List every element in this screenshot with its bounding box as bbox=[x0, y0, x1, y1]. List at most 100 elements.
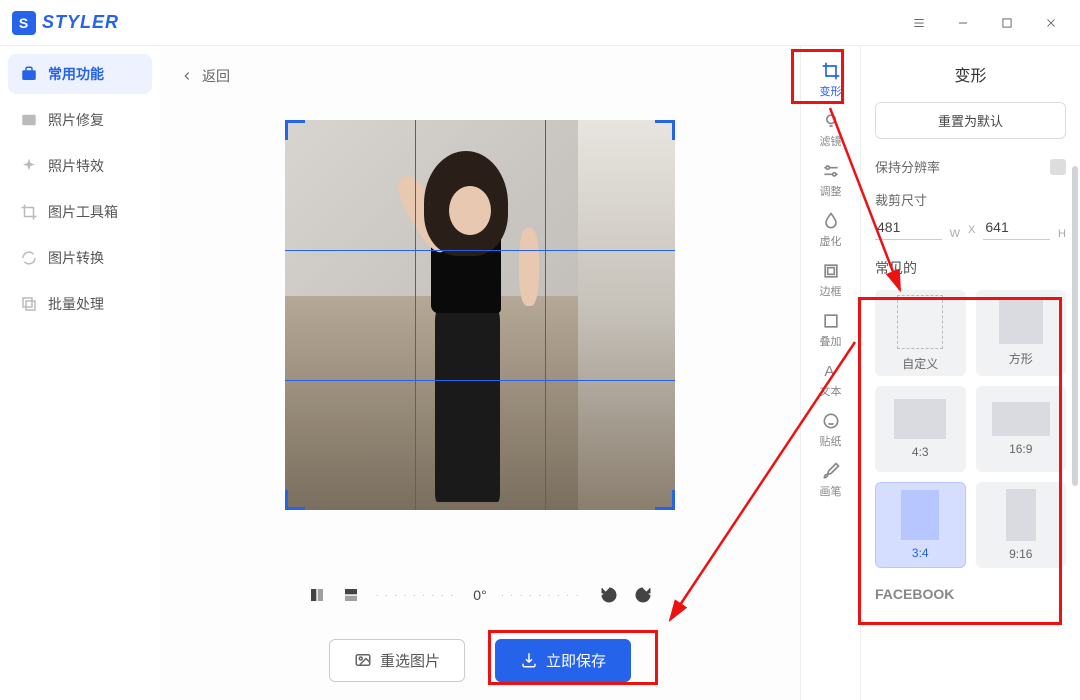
ratio-label: 16:9 bbox=[1009, 442, 1032, 456]
sidebar-item-label: 图片转换 bbox=[48, 248, 104, 268]
reset-button[interactable]: 重置为默认 bbox=[875, 102, 1066, 139]
panel-title: 变形 bbox=[861, 46, 1080, 102]
crop-grid-line bbox=[415, 120, 416, 510]
tool-label: 文本 bbox=[820, 383, 842, 399]
image-icon bbox=[354, 651, 372, 669]
sidebar-item-label: 常用功能 bbox=[48, 64, 104, 84]
width-unit: W bbox=[950, 228, 960, 240]
rotate-ccw-icon[interactable] bbox=[599, 585, 619, 605]
text-icon: A bbox=[821, 361, 841, 381]
crop-icon bbox=[20, 203, 38, 221]
sidebar-item-convert[interactable]: 图片转换 bbox=[8, 238, 152, 278]
sidebar-item-label: 照片特效 bbox=[48, 156, 104, 176]
save-label: 立即保存 bbox=[546, 650, 606, 671]
sidebar-item-label: 图片工具箱 bbox=[48, 202, 118, 222]
square-icon bbox=[821, 261, 841, 281]
tool-label: 虚化 bbox=[820, 233, 842, 249]
crop-handle-bl[interactable] bbox=[285, 490, 305, 510]
back-label: 返回 bbox=[202, 66, 230, 86]
tool-label: 画笔 bbox=[820, 483, 842, 499]
canvas[interactable] bbox=[160, 106, 800, 570]
menu-button[interactable] bbox=[902, 6, 936, 40]
crop-width-input[interactable] bbox=[875, 215, 942, 240]
editor-area: 返回 bbox=[160, 46, 800, 700]
app-logo: S STYLER bbox=[12, 11, 119, 35]
tool-filter[interactable]: 滤镜 bbox=[807, 106, 855, 154]
crop-grid-line bbox=[545, 120, 546, 510]
crop-icon bbox=[821, 61, 841, 81]
crop-handle-tr[interactable] bbox=[655, 120, 675, 140]
save-button[interactable]: 立即保存 bbox=[495, 639, 631, 682]
stack-icon bbox=[20, 295, 38, 313]
drop-icon bbox=[821, 211, 841, 231]
keep-resolution-label: 保持分辨率 bbox=[875, 157, 940, 176]
tool-border[interactable]: 边框 bbox=[807, 256, 855, 304]
height-unit: H bbox=[1058, 228, 1066, 240]
tool-transform[interactable]: 变形 bbox=[807, 56, 855, 104]
ratio-label: 9:16 bbox=[1009, 547, 1032, 561]
sidebar: 常用功能 照片修复 照片特效 图片工具箱 图片转换 批量处理 bbox=[0, 46, 160, 700]
sidebar-item-label: 批量处理 bbox=[48, 294, 104, 314]
tool-sticker[interactable]: 贴纸 bbox=[807, 406, 855, 454]
ratio-square[interactable]: 方形 bbox=[976, 290, 1067, 376]
tool-label: 边框 bbox=[820, 283, 842, 299]
tool-brush[interactable]: 画笔 bbox=[807, 456, 855, 504]
sidebar-item-effects[interactable]: 照片特效 bbox=[8, 146, 152, 186]
flip-horizontal-icon[interactable] bbox=[307, 585, 327, 605]
minimize-button[interactable] bbox=[946, 6, 980, 40]
brush-icon bbox=[821, 461, 841, 481]
tool-strip: 变形 滤镜 调整 虚化 边框 叠加 A 文本 贴纸 bbox=[800, 46, 860, 700]
logo-icon: S bbox=[12, 11, 36, 35]
tool-adjust[interactable]: 调整 bbox=[807, 156, 855, 204]
sidebar-item-label: 照片修复 bbox=[48, 110, 104, 130]
briefcase-icon bbox=[20, 65, 38, 83]
ratio-custom[interactable]: 自定义 bbox=[875, 290, 966, 376]
titlebar: S STYLER bbox=[0, 0, 1080, 46]
bulb-icon bbox=[821, 111, 841, 131]
flip-vertical-icon[interactable] bbox=[341, 585, 361, 605]
layers-icon bbox=[821, 311, 841, 331]
sliders-icon bbox=[821, 161, 841, 181]
crop-handle-br[interactable] bbox=[655, 490, 675, 510]
rotate-cw-icon[interactable] bbox=[633, 585, 653, 605]
keep-resolution-checkbox[interactable] bbox=[1050, 159, 1066, 175]
sparkle-icon bbox=[20, 157, 38, 175]
ratio-label: 4:3 bbox=[912, 445, 929, 459]
sticker-icon bbox=[821, 411, 841, 431]
tool-text[interactable]: A 文本 bbox=[807, 356, 855, 404]
close-button[interactable] bbox=[1034, 6, 1068, 40]
reselect-label: 重选图片 bbox=[380, 650, 440, 671]
crop-height-input[interactable] bbox=[983, 215, 1050, 240]
sidebar-item-batch[interactable]: 批量处理 bbox=[8, 284, 152, 324]
panel-scrollbar[interactable] bbox=[1072, 166, 1078, 486]
action-buttons: 重选图片 立即保存 bbox=[160, 620, 800, 700]
sidebar-item-repair[interactable]: 照片修复 bbox=[8, 100, 152, 140]
svg-text:A: A bbox=[824, 363, 834, 380]
window-controls bbox=[902, 6, 1068, 40]
maximize-button[interactable] bbox=[990, 6, 1024, 40]
tool-blur[interactable]: 虚化 bbox=[807, 206, 855, 254]
back-button[interactable]: 返回 bbox=[160, 46, 800, 106]
photo-subject bbox=[410, 151, 550, 502]
ratio-16-9[interactable]: 16:9 bbox=[976, 386, 1067, 472]
refresh-icon bbox=[20, 249, 38, 267]
tool-label: 调整 bbox=[820, 183, 842, 199]
ratio-4-3[interactable]: 4:3 bbox=[875, 386, 966, 472]
crop-area[interactable] bbox=[285, 120, 675, 510]
sidebar-item-toolbox[interactable]: 图片工具箱 bbox=[8, 192, 152, 232]
facebook-section-title: FACEBOOK bbox=[875, 586, 1066, 602]
reselect-button[interactable]: 重选图片 bbox=[329, 639, 465, 682]
crop-grid-line bbox=[285, 250, 675, 251]
rotation-ticks-right: ········· bbox=[501, 590, 585, 601]
crop-handle-tl[interactable] bbox=[285, 120, 305, 140]
tool-label: 贴纸 bbox=[820, 433, 842, 449]
tool-overlay[interactable]: 叠加 bbox=[807, 306, 855, 354]
chevron-left-icon bbox=[180, 69, 194, 83]
tool-label: 叠加 bbox=[820, 333, 842, 349]
crop-size-label: 裁剪尺寸 bbox=[875, 190, 927, 209]
tool-label: 变形 bbox=[820, 83, 842, 99]
ratio-9-16[interactable]: 9:16 bbox=[976, 482, 1067, 568]
ratio-3-4[interactable]: 3:4 bbox=[875, 482, 966, 568]
sidebar-item-common[interactable]: 常用功能 bbox=[8, 54, 152, 94]
keep-resolution-row[interactable]: 保持分辨率 bbox=[875, 157, 1066, 176]
